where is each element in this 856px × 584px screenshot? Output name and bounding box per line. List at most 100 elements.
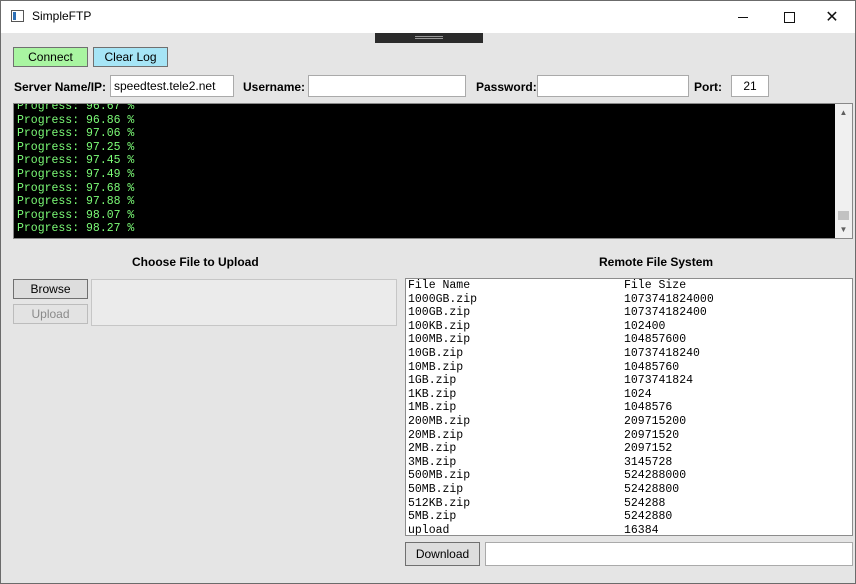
file-row[interactable]: upload 16384 (408, 523, 714, 536)
username-input[interactable] (308, 75, 466, 97)
selected-file-box (91, 279, 397, 326)
file-row[interactable]: 2MB.zip 2097152 (408, 442, 714, 456)
log-line: Progress: 97.68 % (17, 181, 135, 195)
download-button[interactable]: Download (405, 542, 480, 566)
column-header-name: File Name (408, 279, 471, 292)
log-console[interactable]: Progress: 96.67 % Progress: 96.86 % Progre… (13, 103, 853, 239)
file-row[interactable]: 200MB.zip 209715200 (408, 415, 714, 429)
close-button[interactable]: ✕ (809, 1, 855, 33)
upload-section-title: Choose File to Upload (132, 255, 259, 269)
app-icon (11, 10, 24, 22)
file-table: File Name File Size 1000GB.zip 1073741824… (408, 279, 714, 536)
file-size-cell: 20971520 (624, 428, 680, 442)
password-input[interactable] (537, 75, 689, 97)
file-row[interactable]: 1KB.zip 1024 (408, 388, 714, 402)
browse-button[interactable]: Browse (13, 279, 88, 299)
log-line: Progress: 97.88 % (17, 195, 135, 209)
file-name-cell: 10MB.zip (408, 360, 464, 374)
clear-log-button[interactable]: Clear Log (93, 47, 168, 67)
file-row[interactable]: 3MB.zip 3145728 (408, 456, 714, 470)
file-size-cell: 1024 (624, 387, 652, 401)
file-size-cell: 107374182400 (624, 306, 707, 320)
file-size-cell: 104857600 (624, 333, 687, 347)
remote-file-list[interactable]: File Name File Size 1000GB.zip 1073741824… (405, 278, 853, 536)
maximize-icon (783, 11, 795, 23)
log-line: Progress: 97.49 % (17, 167, 135, 181)
minimize-icon (738, 16, 748, 18)
file-size-cell: 1048576 (624, 401, 673, 415)
scroll-down-icon[interactable]: ▼ (835, 221, 852, 238)
file-row[interactable]: 10GB.zip 10737418240 (408, 347, 714, 361)
download-path-input[interactable] (485, 542, 853, 566)
file-size-cell: 102400 (624, 319, 666, 333)
log-line: Progress: 97.45 % (17, 154, 135, 168)
file-name-cell: 100KB.zip (408, 319, 471, 333)
file-size-cell: 2097152 (624, 442, 673, 456)
file-name-cell: 500MB.zip (408, 469, 471, 483)
file-name-cell: upload (408, 523, 450, 536)
file-size-cell: 1073741824 (624, 374, 694, 388)
log-line: Progress: 96.67 % (17, 103, 135, 113)
file-name-cell: 1KB.zip (408, 387, 457, 401)
upload-button[interactable]: Upload (13, 304, 88, 324)
file-name-cell: 200MB.zip (408, 414, 471, 428)
file-row[interactable]: 500MB.zip 524288000 (408, 469, 714, 483)
file-name-cell: 1000GB.zip (408, 292, 478, 306)
file-row[interactable]: 1GB.zip 1073741824 (408, 374, 714, 388)
file-size-cell: 5242880 (624, 510, 673, 524)
username-label: Username: (243, 80, 306, 94)
file-name-cell: 20MB.zip (408, 428, 464, 442)
file-size-cell: 10485760 (624, 360, 680, 374)
file-name-cell: 2MB.zip (408, 442, 457, 456)
file-row[interactable]: 1000GB.zip 1073741824000 (408, 293, 714, 307)
password-label: Password: (476, 80, 537, 94)
file-size-cell: 16384 (624, 523, 659, 536)
log-line: Progress: 96.86 % (17, 113, 135, 127)
file-row[interactable]: 20MB.zip 20971520 (408, 429, 714, 443)
file-row[interactable]: 1MB.zip 1048576 (408, 401, 714, 415)
port-label: Port: (694, 80, 722, 94)
scroll-up-icon[interactable]: ▲ (835, 104, 852, 121)
file-row[interactable]: 100MB.zip 104857600 (408, 333, 714, 347)
file-row[interactable]: 512KB.zip 524288 (408, 497, 714, 511)
toolbar-grip-handle[interactable] (375, 33, 483, 43)
log-scrollbar[interactable]: ▲ ▼ (835, 104, 852, 238)
file-size-cell: 524288000 (624, 469, 687, 483)
log-lines: Progress: 96.67 % Progress: 96.86 % Progre… (17, 103, 135, 236)
file-name-cell: 1GB.zip (408, 374, 457, 388)
file-name-cell: 512KB.zip (408, 496, 471, 510)
file-size-cell: 3145728 (624, 455, 673, 469)
file-name-cell: 50MB.zip (408, 482, 464, 496)
file-row[interactable]: 10MB.zip 10485760 (408, 361, 714, 375)
scrollbar-thumb[interactable] (838, 211, 849, 220)
log-line: Progress: 97.06 % (17, 127, 135, 141)
file-row[interactable]: 100GB.zip 107374182400 (408, 306, 714, 320)
log-line: Progress: 97.25 % (17, 140, 135, 154)
file-name-cell: 5MB.zip (408, 510, 457, 524)
file-table-header: File Name File Size (408, 279, 714, 293)
file-row[interactable]: 50MB.zip 52428800 (408, 483, 714, 497)
server-input[interactable]: speedtest.tele2.net (110, 75, 234, 97)
column-header-size: File Size (624, 279, 687, 292)
connect-button[interactable]: Connect (13, 47, 88, 67)
file-name-cell: 1MB.zip (408, 401, 457, 415)
file-name-cell: 10GB.zip (408, 346, 464, 360)
file-name-cell: 3MB.zip (408, 455, 457, 469)
app-window: SimpleFTP ✕ Connect Clear Log Server Nam… (0, 0, 856, 584)
file-name-cell: 100GB.zip (408, 306, 471, 320)
maximize-button[interactable] (766, 1, 812, 33)
file-name-cell: 100MB.zip (408, 333, 471, 347)
server-label: Server Name/IP: (14, 80, 107, 94)
file-row[interactable]: 5MB.zip 5242880 (408, 510, 714, 524)
file-size-cell: 1073741824000 (624, 292, 714, 306)
file-size-cell: 209715200 (624, 414, 687, 428)
window-title: SimpleFTP (32, 9, 92, 23)
title-bar[interactable]: SimpleFTP ✕ (1, 1, 855, 33)
file-size-cell: 524288 (624, 496, 666, 510)
file-size-cell: 10737418240 (624, 346, 700, 360)
log-line: Progress: 98.07 % (17, 208, 135, 222)
minimize-button[interactable] (720, 1, 766, 33)
file-row[interactable]: 100KB.zip 102400 (408, 320, 714, 334)
port-input[interactable]: 21 (731, 75, 769, 97)
file-size-cell: 52428800 (624, 482, 680, 496)
